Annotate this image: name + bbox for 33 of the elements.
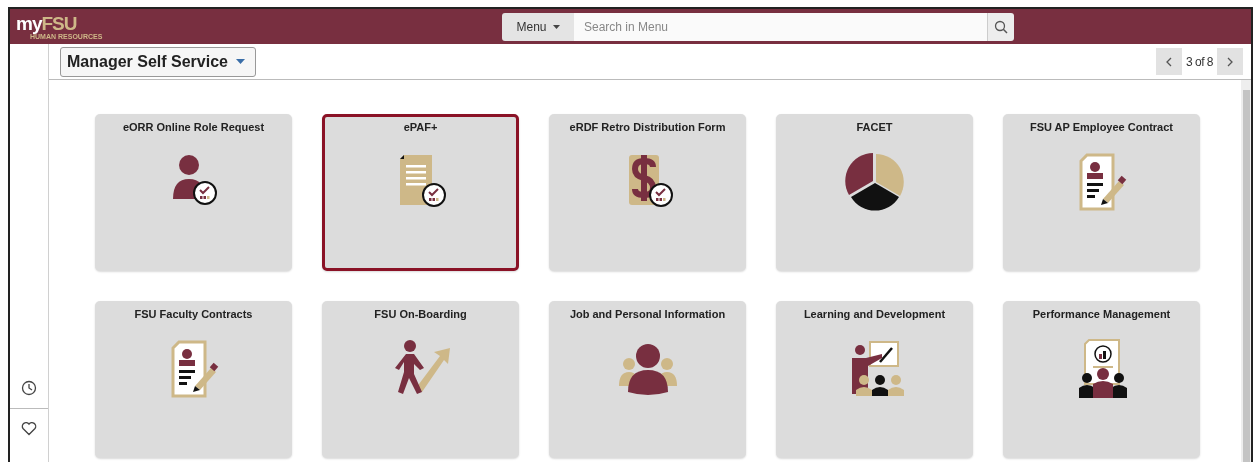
app-tile[interactable]: Performance Management	[1003, 301, 1200, 458]
menu-button[interactable]: Menu	[502, 12, 574, 41]
app-tile[interactable]: eRDF Retro Distribution Form	[549, 114, 746, 271]
tile-title: FSU Faculty Contracts	[134, 308, 253, 320]
search-button[interactable]	[987, 12, 1014, 41]
app-tile[interactable]: eORR Online Role Request	[95, 114, 292, 271]
app-tile[interactable]: Job and Personal Information	[549, 301, 746, 458]
chevron-right-icon	[1227, 56, 1233, 67]
search-icon	[994, 19, 1008, 34]
app-tile[interactable]: FACET	[776, 114, 973, 271]
tile-title: ePAF+	[403, 121, 438, 133]
homepage-dropdown[interactable]: Manager Self Service	[60, 46, 256, 77]
clock-icon	[21, 380, 37, 396]
tile-title: eRDF Retro Distribution Form	[569, 121, 726, 133]
scrollbar[interactable]	[1241, 80, 1251, 462]
app-tile[interactable]: FSU Faculty Contracts	[95, 301, 292, 458]
search-field[interactable]: Search in Menu	[574, 12, 987, 41]
caret-icon	[552, 24, 560, 29]
page-indicator: 3 of 8	[1185, 54, 1213, 69]
app-tile[interactable]: FSU AP Employee Contract	[1003, 114, 1200, 271]
tile-title: Performance Management	[1032, 308, 1171, 320]
app-tile[interactable]: FSU On-Boarding	[322, 301, 519, 458]
heart-icon	[21, 421, 37, 436]
caret-icon	[235, 59, 245, 64]
tile-title: FSU On-Boarding	[374, 308, 467, 320]
tile-title: eORR Online Role Request	[122, 121, 265, 133]
chevron-left-icon	[1165, 56, 1172, 67]
app-tile[interactable]: Learning and Development	[776, 301, 973, 458]
tile-title: Learning and Development	[803, 308, 946, 320]
tile-title: FSU AP Employee Contract	[1029, 121, 1173, 133]
tile-title: FACET	[856, 121, 893, 133]
app-tile[interactable]: ePAF+	[322, 114, 519, 271]
tile-title: Job and Personal Information	[569, 308, 726, 320]
